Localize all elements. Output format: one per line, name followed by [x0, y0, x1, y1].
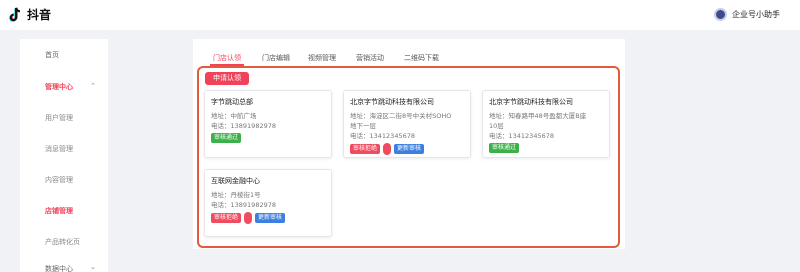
store-address-line2: 地下一层 [350, 122, 376, 130]
store-address-line2: 10层 [489, 122, 504, 130]
store-address: 地址：丹棱街1号 [211, 191, 261, 199]
update-review-button[interactable]: 更新审核 [394, 144, 425, 154]
sidebar-item-product-page[interactable]: 产品转化页 [45, 237, 80, 247]
status-badge-rejected: 审核拒绝 [350, 144, 381, 154]
status-badge-rejected: 审核拒绝 [211, 213, 242, 223]
tab-store-edit[interactable]: 门店编辑 [262, 53, 290, 63]
tab-marketing[interactable]: 营销活动 [356, 53, 384, 63]
sidebar-item-messages[interactable]: 消息管理 [45, 144, 73, 154]
assistant-label: 企业号小助手 [732, 10, 780, 19]
sidebar-item-store[interactable]: 店铺管理 [45, 206, 73, 216]
store-card[interactable]: 互联网金融中心 地址：丹棱街1号 电话：13891982978 审核拒绝 更新审… [204, 169, 332, 237]
apply-claim-button[interactable]: 申请认领 [205, 72, 249, 85]
sidebar-item-content[interactable]: 内容管理 [45, 175, 73, 185]
store-name: 互联网金融中心 [211, 177, 260, 185]
store-card[interactable]: 字节跳动总部 地址：中航广场 电话：13891982978 审核通过 [204, 90, 332, 158]
store-address: 地址：知春路甲48号盈都大厦B座 [489, 112, 587, 120]
tab-qrcode-download[interactable]: 二维码下载 [404, 53, 439, 63]
sidebar-item-data-center[interactable]: 数据中心 [45, 264, 73, 272]
assistant-avatar-icon [714, 8, 727, 21]
store-phone: 电话：13412345678 [489, 132, 554, 140]
alert-dot-icon[interactable] [244, 212, 253, 224]
tab-store-claim[interactable]: 门店认领 [213, 53, 241, 63]
store-name: 字节跳动总部 [211, 98, 253, 106]
top-bar: 抖音 企业号小助手 [0, 0, 800, 30]
store-card[interactable]: 北京字节跳动科技有限公司 地址：海淀区二街8号中关村SOHO 地下一层 电话：1… [343, 90, 471, 158]
tab-video-management[interactable]: 视频管理 [308, 53, 336, 63]
chevron-up-icon[interactable]: ⌃ [90, 82, 96, 90]
sidebar-item-home[interactable]: 首页 [45, 50, 59, 60]
enterprise-assistant[interactable]: 企业号小助手 [714, 8, 780, 21]
update-review-button[interactable]: 更新审核 [255, 213, 286, 223]
store-address: 地址：中航广场 [211, 112, 257, 120]
sidebar-item-users[interactable]: 用户管理 [45, 113, 73, 123]
store-name: 北京字节跳动科技有限公司 [350, 98, 434, 106]
store-phone: 电话：13891982978 [211, 122, 276, 130]
store-name: 北京字节跳动科技有限公司 [489, 98, 573, 106]
status-badge-approved: 审核通过 [489, 143, 520, 153]
logo-text: 抖音 [27, 8, 52, 22]
sidebar-item-management-center[interactable]: 管理中心 [45, 82, 73, 92]
douyin-logo-icon [9, 7, 21, 22]
app-logo[interactable]: 抖音 [9, 6, 51, 23]
store-phone: 电话：13412345678 [350, 132, 415, 140]
status-badge-approved: 审核通过 [211, 133, 242, 143]
store-phone: 电话：13891982978 [211, 201, 276, 209]
store-address: 地址：海淀区二街8号中关村SOHO [350, 112, 452, 120]
alert-dot-icon[interactable] [383, 143, 392, 155]
chevron-down-icon[interactable]: ⌄ [90, 263, 96, 271]
store-card[interactable]: 北京字节跳动科技有限公司 地址：知春路甲48号盈都大厦B座 10层 电话：134… [482, 90, 610, 158]
